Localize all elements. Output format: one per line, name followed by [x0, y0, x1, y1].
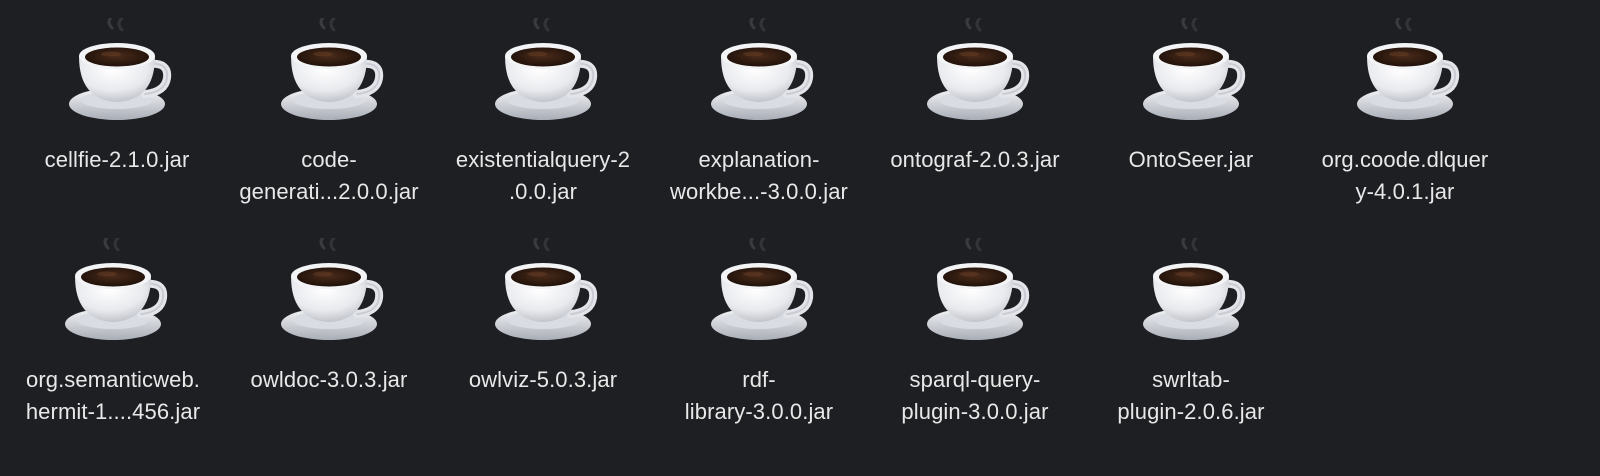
file-item-code-generation[interactable]: code- generati...2.0.0.jar	[226, 18, 432, 208]
java-coffee-cup-icon[interactable]	[269, 238, 389, 348]
java-coffee-cup-icon[interactable]	[699, 238, 819, 348]
file-name[interactable]: org.semanticweb. hermit-1....456.jar	[10, 364, 216, 428]
file-name[interactable]: swrltab- plugin-2.0.6.jar	[1088, 364, 1294, 428]
file-name[interactable]: owldoc-3.0.3.jar	[226, 364, 432, 396]
java-coffee-cup-icon[interactable]	[1131, 18, 1251, 128]
java-coffee-cup-icon[interactable]	[57, 18, 177, 128]
java-coffee-cup-icon[interactable]	[1345, 18, 1465, 128]
java-coffee-cup-icon[interactable]	[915, 18, 1035, 128]
file-name[interactable]: OntoSeer.jar	[1088, 144, 1294, 176]
file-item-owldoc[interactable]: owldoc-3.0.3.jar	[226, 238, 432, 396]
file-item-cellfie[interactable]: cellfie-2.1.0.jar	[14, 18, 220, 176]
file-name[interactable]: owlviz-5.0.3.jar	[440, 364, 646, 396]
file-item-hermit[interactable]: org.semanticweb. hermit-1....456.jar	[10, 238, 216, 428]
file-name[interactable]: explanation- workbe...-3.0.0.jar	[656, 144, 862, 208]
file-name[interactable]: existentialquery-2 .0.0.jar	[440, 144, 646, 208]
file-name[interactable]: org.coode.dlquer y-4.0.1.jar	[1302, 144, 1508, 208]
file-name[interactable]: code- generati...2.0.0.jar	[226, 144, 432, 208]
file-item-existentialquery[interactable]: existentialquery-2 .0.0.jar	[440, 18, 646, 208]
java-coffee-cup-icon[interactable]	[699, 18, 819, 128]
file-item-sparql-query-plugin[interactable]: sparql-query- plugin-3.0.0.jar	[872, 238, 1078, 428]
java-coffee-cup-icon[interactable]	[53, 238, 173, 348]
java-coffee-cup-icon[interactable]	[269, 18, 389, 128]
file-item-ontoseer[interactable]: OntoSeer.jar	[1088, 18, 1294, 176]
file-name[interactable]: ontograf-2.0.3.jar	[872, 144, 1078, 176]
file-name[interactable]: cellfie-2.1.0.jar	[14, 144, 220, 176]
file-name[interactable]: sparql-query- plugin-3.0.0.jar	[872, 364, 1078, 428]
java-coffee-cup-icon[interactable]	[483, 18, 603, 128]
file-item-rdf-library[interactable]: rdf- library-3.0.0.jar	[656, 238, 862, 428]
file-item-dlquery[interactable]: org.coode.dlquer y-4.0.1.jar	[1302, 18, 1508, 208]
java-coffee-cup-icon[interactable]	[483, 238, 603, 348]
java-coffee-cup-icon[interactable]	[915, 238, 1035, 348]
file-grid: cellfie-2.1.0.jar code- generati...2.0.0…	[0, 0, 1600, 476]
file-item-explanation-workbench[interactable]: explanation- workbe...-3.0.0.jar	[656, 18, 862, 208]
file-item-ontograf[interactable]: ontograf-2.0.3.jar	[872, 18, 1078, 176]
java-coffee-cup-icon[interactable]	[1131, 238, 1251, 348]
file-item-owlviz[interactable]: owlviz-5.0.3.jar	[440, 238, 646, 396]
file-name[interactable]: rdf- library-3.0.0.jar	[656, 364, 862, 428]
file-item-swrltab-plugin[interactable]: swrltab- plugin-2.0.6.jar	[1088, 238, 1294, 428]
